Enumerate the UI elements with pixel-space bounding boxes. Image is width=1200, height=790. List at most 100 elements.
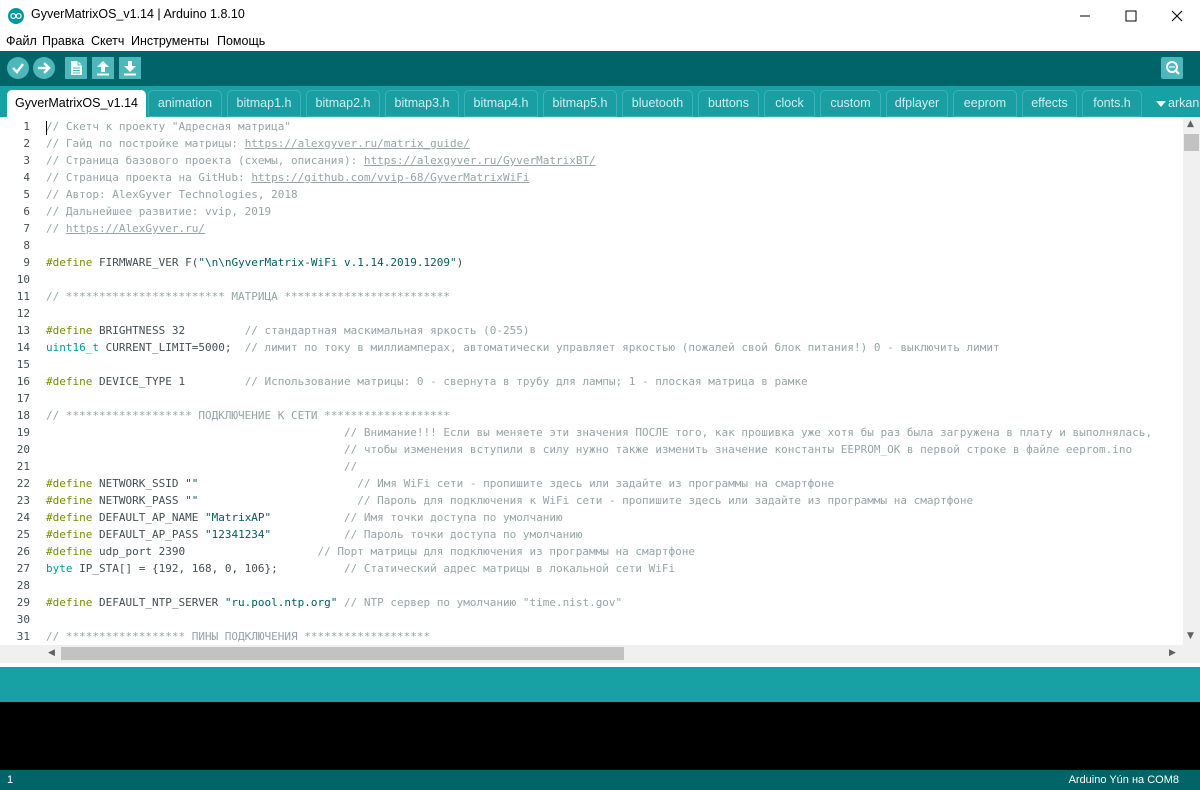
code-token: // ****************** ПИНЫ ПОДКЛЮЧЕНИЯ *… xyxy=(46,630,431,643)
tab-clock[interactable]: clock xyxy=(764,90,815,117)
code-token: #define xyxy=(46,477,93,490)
tab-eeprom[interactable]: eeprom xyxy=(953,90,1017,117)
message-area xyxy=(0,663,1200,702)
code-line[interactable]: // https://AlexGyver.ru/ xyxy=(46,222,1182,235)
code-line[interactable]: #define udp_port 2390 // Порт матрицы дл… xyxy=(46,545,1182,558)
tab-dfplayer[interactable]: dfplayer xyxy=(886,90,948,117)
code-token: // xyxy=(344,460,358,473)
code-line[interactable]: byte IP_STA[] = {192, 168, 0, 106}; // С… xyxy=(46,562,1182,575)
code-token: DEFAULT_AP_NAME xyxy=(92,511,205,524)
code-line[interactable]: // ******************* ПОДКЛЮЧЕНИЕ К СЕТ… xyxy=(46,409,1182,422)
code-line[interactable]: // ************************ МАТРИЦА ****… xyxy=(46,290,1182,303)
code-line[interactable]: #define NETWORK_SSID "" // Имя WiFi сети… xyxy=(46,477,1182,490)
code-token: #define xyxy=(46,545,93,558)
close-button[interactable] xyxy=(1154,0,1200,31)
code-line[interactable]: #define DEFAULT_AP_NAME "MatrixAP" // Им… xyxy=(46,511,1182,524)
title-bar: GyverMatrixOS_v1.14 | Arduino 1.8.10 xyxy=(0,0,1200,31)
code-token: "" xyxy=(185,477,199,490)
menu-sketch[interactable]: Скетч xyxy=(91,34,124,48)
upload-button[interactable] xyxy=(33,57,55,79)
horizontal-scroll-thumb[interactable] xyxy=(61,647,624,660)
open-button[interactable] xyxy=(92,57,114,79)
code-line[interactable]: // Автор: AlexGyver Technologies, 2018 xyxy=(46,188,1182,201)
code-token: BRIGHTNESS 32 xyxy=(92,324,245,337)
tab-gyvermatrixos[interactable]: GyverMatrixOS_v1.14 xyxy=(7,90,146,117)
code-token: // Статический адрес матрицы в локальной… xyxy=(344,562,676,575)
verify-button[interactable] xyxy=(7,57,29,79)
code-line[interactable]: #define BRIGHTNESS 32 // стандартная мас… xyxy=(46,324,1182,337)
scroll-up-icon[interactable]: ▲ xyxy=(1187,119,1194,129)
tab-custom[interactable]: custom xyxy=(820,90,881,117)
code-line[interactable]: #define FIRMWARE_VER F("\n\nGyverMatrix-… xyxy=(46,256,1182,269)
code-token: #define xyxy=(46,256,93,269)
code-link[interactable]: https://AlexGyver.ru/ xyxy=(66,222,205,235)
code-token: // Гайд по постройке матрицы: xyxy=(46,137,245,150)
code-link[interactable]: https://alexgyver.ru/GyverMatrixBT/ xyxy=(364,154,596,167)
tab-fonts[interactable]: fonts.h xyxy=(1082,90,1142,117)
code-line[interactable]: // ****************** ПИНЫ ПОДКЛЮЧЕНИЯ *… xyxy=(46,630,1182,643)
line-number: 29 xyxy=(16,596,30,609)
line-number: 31 xyxy=(16,630,30,643)
code-token: // Пароль точки доступа по умолчанию xyxy=(344,528,583,541)
code-token: #define xyxy=(46,494,93,507)
vertical-scroll-thumb[interactable] xyxy=(1184,134,1199,151)
code-line[interactable]: #define DEFAULT_AP_PASS "12341234" // Па… xyxy=(46,528,1182,541)
horizontal-scrollbar[interactable]: ◀ ▶ xyxy=(0,645,1200,663)
code-line[interactable]: // Страница базового проекта (схемы, опи… xyxy=(46,154,1182,167)
code-link[interactable]: https://alexgyver.ru/matrix_guide/ xyxy=(245,137,470,150)
tab-effects[interactable]: effects xyxy=(1022,90,1077,117)
tab-buttons[interactable]: buttons xyxy=(698,90,759,117)
line-number: 22 xyxy=(16,477,30,490)
code-line[interactable]: #define NETWORK_PASS "" // Пароль для по… xyxy=(46,494,1182,507)
save-button[interactable] xyxy=(119,57,141,79)
minimize-button[interactable] xyxy=(1062,0,1108,31)
code-line[interactable]: // Гайд по постройке матрицы: https://al… xyxy=(46,137,1182,150)
serial-monitor-button[interactable] xyxy=(1161,57,1183,79)
tab-bitmap1[interactable]: bitmap1.h xyxy=(227,90,301,117)
scroll-down-icon[interactable]: ▼ xyxy=(1187,631,1194,641)
menu-help[interactable]: Помощь xyxy=(217,34,265,48)
menu-file[interactable]: Файл xyxy=(6,34,37,48)
code-token: // Использование матрицы: 0 - свернута в… xyxy=(244,375,808,388)
maximize-button[interactable] xyxy=(1108,0,1154,31)
code-line[interactable]: #define DEFAULT_NTP_SERVER "ru.pool.ntp.… xyxy=(46,596,1182,609)
tab-bitmap2[interactable]: bitmap2.h xyxy=(306,90,380,117)
code-line[interactable]: // чтобы изменения вступили в силу нужно… xyxy=(46,443,1182,456)
code-line[interactable]: // xyxy=(46,460,1182,473)
tab-overflow-menu[interactable]: arkan xyxy=(1156,90,1200,117)
code-line[interactable]: // Скетч к проекту "Адресная матрица" xyxy=(46,120,1182,133)
menu-edit[interactable]: Правка xyxy=(42,34,84,48)
code-line[interactable]: #define DEVICE_TYPE 1 // Использование м… xyxy=(46,375,1182,388)
code-token: // xyxy=(46,222,66,235)
code-line[interactable]: // Внимание!!! Если вы меняете эти значе… xyxy=(46,426,1182,439)
tab-strip: GyverMatrixOS_v1.14 animation bitmap1.h … xyxy=(0,86,1200,117)
code-line[interactable]: uint16_t CURRENT_LIMIT=5000; // лимит по… xyxy=(46,341,1182,354)
tab-bitmap4[interactable]: bitmap4.h xyxy=(464,90,538,117)
tab-bitmap5[interactable]: bitmap5.h xyxy=(543,90,617,117)
code-line[interactable]: // Страница проекта на GitHub: https://g… xyxy=(46,171,1182,184)
code-editor[interactable]: 1 2 3 4 5 6 7 8 9 10 11 12 13 14 15 16 17 18 19 20 21 22 23 24 2… xyxy=(0,117,1200,645)
new-button[interactable] xyxy=(65,57,87,79)
line-number: 30 xyxy=(16,613,30,626)
menu-tools[interactable]: Инструменты xyxy=(131,34,209,48)
line-number: 2 xyxy=(23,137,30,150)
scroll-left-icon[interactable]: ◀ xyxy=(48,648,55,658)
arduino-logo-icon xyxy=(8,8,24,24)
tab-bitmap3[interactable]: bitmap3.h xyxy=(385,90,459,117)
line-number: 9 xyxy=(23,256,30,269)
code-token: #define xyxy=(46,324,93,337)
line-number: 24 xyxy=(16,511,30,524)
tab-bluetooth[interactable]: bluetooth xyxy=(622,90,693,117)
tab-animation[interactable]: animation xyxy=(148,90,222,117)
code-line[interactable]: // Дальнейшее развитие: vvip, 2019 xyxy=(46,205,1182,218)
scroll-right-icon[interactable]: ▶ xyxy=(1169,648,1176,658)
code-token: NETWORK_SSID xyxy=(92,477,186,490)
code-token: udp_port 2390 xyxy=(92,545,318,558)
line-number: 5 xyxy=(23,188,30,201)
console-output[interactable] xyxy=(0,702,1200,770)
vertical-scrollbar[interactable]: ▲ ▼ xyxy=(1183,117,1200,645)
code-link[interactable]: https://github.com/vvip-68/GyverMatrixWi… xyxy=(251,171,529,184)
